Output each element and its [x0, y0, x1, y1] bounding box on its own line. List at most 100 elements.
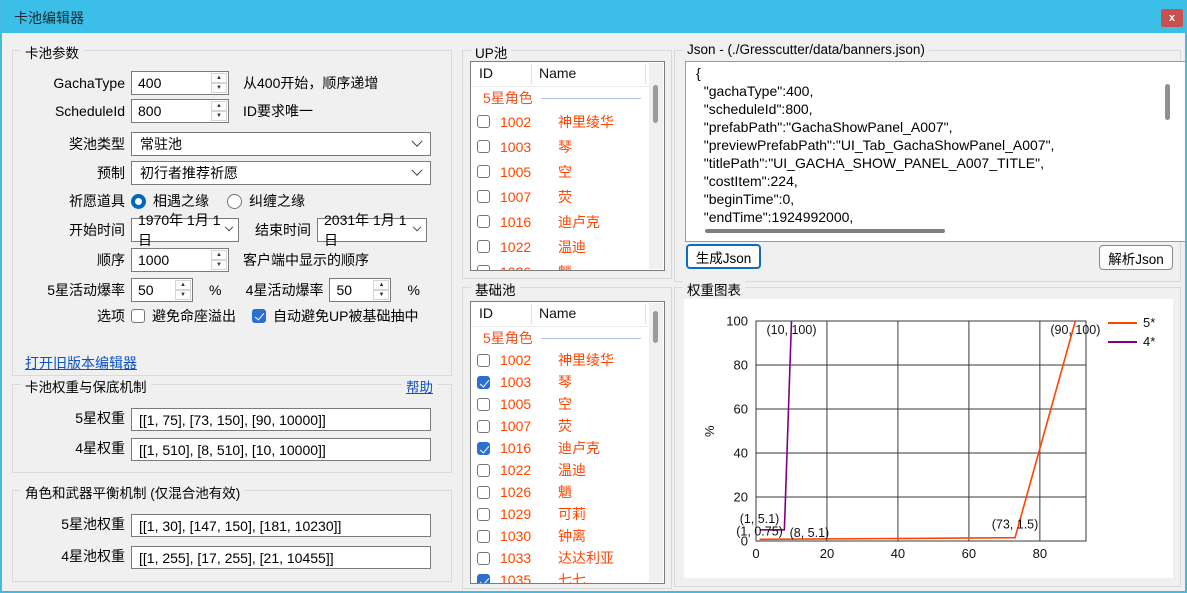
open-old-editor-link[interactable]: 打开旧版本编辑器	[25, 353, 137, 373]
pool-row-1007[interactable]: 1007荧	[471, 184, 649, 209]
order-value[interactable]: 1000	[132, 249, 211, 271]
row-checkbox[interactable]	[477, 354, 490, 367]
rate5-spinner[interactable]: 50 ▲▼	[131, 278, 193, 302]
spinner-down-icon[interactable]: ▼	[211, 260, 227, 270]
pool-row-1016[interactable]: 1016迪卢克	[471, 437, 649, 459]
pool-row-1003[interactable]: 1003琴	[471, 134, 649, 159]
pool-row-1026[interactable]: 1026魈	[471, 481, 649, 503]
column-header-id[interactable]: ID	[479, 305, 493, 321]
help-link[interactable]: 帮助	[402, 376, 437, 396]
checkbox-avoid-constellation-overflow[interactable]	[131, 309, 145, 323]
rate4-value[interactable]: 50	[330, 279, 373, 301]
pooltype-dropdown[interactable]: 常驻池	[131, 132, 431, 156]
spinner-up-icon[interactable]: ▲	[373, 280, 389, 290]
spinner-down-icon[interactable]: ▼	[175, 290, 191, 300]
pool-row-1003[interactable]: 1003琴	[471, 371, 649, 393]
pool-row-1022[interactable]: 1022温迪	[471, 234, 649, 259]
preset-dropdown[interactable]: 初行者推荐祈愿	[131, 161, 431, 185]
row-checkbox[interactable]	[477, 442, 490, 455]
scheduleid-spinner[interactable]: 800 ▲▼	[131, 99, 229, 123]
spinner-down-icon[interactable]: ▼	[211, 111, 227, 121]
row-checkbox[interactable]	[477, 552, 490, 565]
weight5-input[interactable]: [[1, 75], [73, 150], [90, 10000]]	[131, 408, 431, 431]
column-header-id[interactable]: ID	[479, 65, 493, 81]
json-horizontal-scrollbar[interactable]	[705, 229, 945, 233]
pool-row-1005[interactable]: 1005空	[471, 159, 649, 184]
row-checkbox[interactable]	[477, 574, 490, 585]
section-label: 5星角色	[483, 88, 533, 108]
generate-json-button[interactable]: 生成Json	[686, 244, 761, 269]
spinner-up-icon[interactable]: ▲	[211, 101, 227, 111]
pool-row-1016[interactable]: 1016迪卢克	[471, 209, 649, 234]
preset-label: 预制	[13, 163, 125, 183]
weight4-label: 4星权重	[13, 438, 125, 458]
checkbox-avoid-constellation-overflow-label: 避免命座溢出	[152, 306, 236, 326]
row-checkbox[interactable]	[477, 240, 490, 253]
json-textarea[interactable]: { "gachaType":400, "scheduleId":800, "pr…	[685, 61, 1187, 242]
list-header: ID Name	[471, 302, 664, 326]
row-checkbox[interactable]	[477, 508, 490, 521]
pool5-weight-input[interactable]: [[1, 30], [147, 150], [181, 10230]]	[131, 514, 431, 537]
json-vertical-scrollbar[interactable]	[1165, 84, 1170, 120]
weight4-input[interactable]: [[1, 510], [8, 510], [10, 10000]]	[131, 438, 431, 461]
pool-row-1002[interactable]: 1002神里绫华	[471, 349, 649, 371]
row-checkbox[interactable]	[477, 376, 490, 389]
row-checkbox[interactable]	[477, 140, 490, 153]
series-5*	[760, 321, 1076, 539]
pool-row-1035[interactable]: 1035七七	[471, 569, 649, 584]
scrollbar-thumb[interactable]	[653, 85, 658, 123]
row-checkbox[interactable]	[477, 420, 490, 433]
rate5-unit: %	[209, 282, 221, 298]
spinner-up-icon[interactable]: ▲	[211, 73, 227, 83]
pool-row-1002[interactable]: 1002神里绫华	[471, 109, 649, 134]
pool-row-1030[interactable]: 1030钟离	[471, 525, 649, 547]
spinner-up-icon[interactable]: ▲	[175, 280, 191, 290]
base-pool-list[interactable]: IDName5星角色1002神里绫华1003琴1005空1007荧1016迪卢克…	[470, 301, 665, 584]
column-header-name[interactable]: Name	[539, 305, 576, 321]
list-scrollbar[interactable]	[649, 303, 663, 582]
end-time-picker[interactable]: 2031年 1月 1日	[317, 218, 427, 242]
scrollbar-thumb[interactable]	[653, 311, 658, 343]
order-spinner[interactable]: 1000 ▲▼	[131, 248, 229, 272]
group-balance-title: 角色和武器平衡机制 (仅混合池有效)	[21, 482, 244, 502]
rate5-value[interactable]: 50	[132, 279, 175, 301]
row-checkbox[interactable]	[477, 486, 490, 499]
spinner-up-icon[interactable]: ▲	[211, 250, 227, 260]
checkbox-auto-avoid-up[interactable]	[252, 309, 266, 323]
gachatype-value[interactable]: 400	[132, 72, 211, 94]
up-pool-list[interactable]: ID Name 5星角色1002神里绫华1003琴1005空1007荧1016迪卢克…	[470, 61, 665, 271]
weight-chart: 020406080100020406080%(10, 100)(90, 100)…	[684, 299, 1173, 578]
radio-intertwined-fate[interactable]	[227, 194, 242, 209]
pool-row-1007[interactable]: 1007荧	[471, 415, 649, 437]
pool-row-1033[interactable]: 1033达达利亚	[471, 547, 649, 569]
section-line	[541, 338, 641, 339]
pool-row-1026[interactable]: 1026魈	[471, 259, 649, 271]
title-bar[interactable]: 卡池编辑器 x	[2, 0, 1185, 33]
row-name: 魈	[558, 262, 572, 272]
pool-row-1022[interactable]: 1022温迪	[471, 459, 649, 481]
spinner-down-icon[interactable]: ▼	[373, 290, 389, 300]
radio-acquaint-fate[interactable]	[131, 194, 146, 209]
scheduleid-value[interactable]: 800	[132, 100, 211, 122]
row-checkbox[interactable]	[477, 398, 490, 411]
row-rates: 5星活动爆率 50 ▲▼ % 4星活动爆率 50 ▲▼ %	[13, 278, 443, 302]
pool-row-1029[interactable]: 1029可莉	[471, 503, 649, 525]
close-button[interactable]: x	[1161, 9, 1183, 27]
pool4-weight-input[interactable]: [[1, 255], [17, 255], [21, 10455]]	[131, 546, 431, 569]
row-checkbox[interactable]	[477, 464, 490, 477]
begin-time-picker[interactable]: 1970年 1月 1日	[131, 218, 239, 242]
gachatype-spinner[interactable]: 400 ▲▼	[131, 71, 229, 95]
column-header-name[interactable]: Name	[539, 65, 576, 81]
row-checkbox[interactable]	[477, 265, 490, 271]
row-id: 1005	[500, 164, 546, 180]
row-checkbox[interactable]	[477, 530, 490, 543]
row-checkbox[interactable]	[477, 165, 490, 178]
spinner-down-icon[interactable]: ▼	[211, 83, 227, 93]
pool-row-1005[interactable]: 1005空	[471, 393, 649, 415]
row-checkbox[interactable]	[477, 115, 490, 128]
list-scrollbar[interactable]	[649, 63, 663, 269]
parse-json-button[interactable]: 解析Json	[1099, 245, 1173, 270]
row-checkbox[interactable]	[477, 215, 490, 228]
row-checkbox[interactable]	[477, 190, 490, 203]
rate4-spinner[interactable]: 50 ▲▼	[329, 278, 391, 302]
